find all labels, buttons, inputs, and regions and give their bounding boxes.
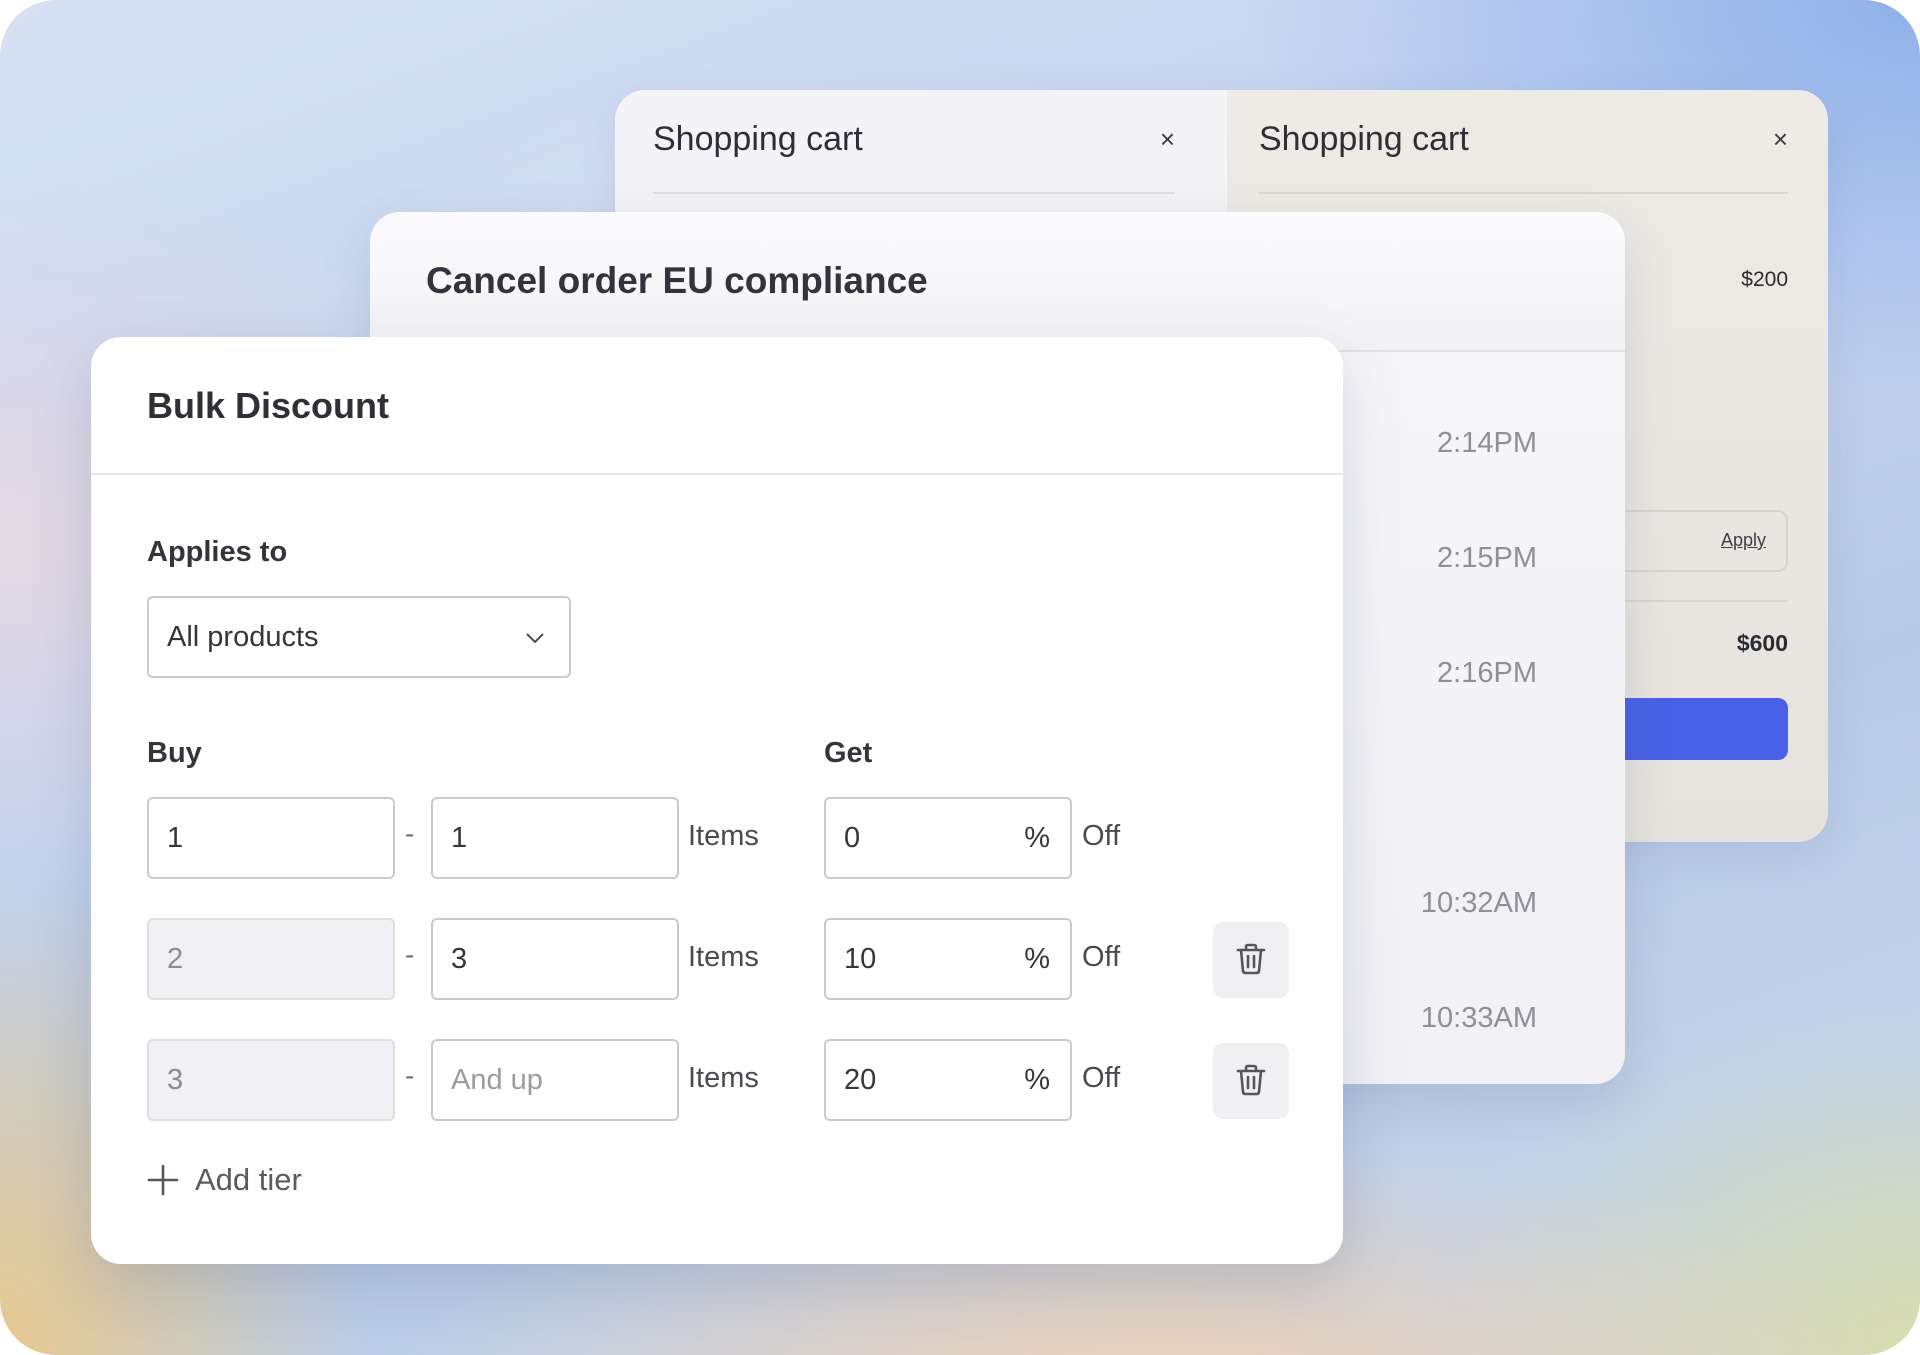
tier-to-input[interactable]: 1: [431, 797, 679, 879]
timestamp: 2:14PM: [1437, 427, 1537, 459]
applies-to-label: Applies to: [147, 536, 288, 568]
panel-title: Bulk Discount: [147, 385, 390, 426]
tier-from-input[interactable]: 1: [147, 797, 395, 879]
cart-total: $600: [1736, 630, 1788, 656]
close-icon[interactable]: ×: [1773, 124, 1788, 155]
timestamp: 2:15PM: [1437, 542, 1537, 574]
input-value: 20: [844, 1064, 877, 1096]
trash-icon: [1236, 943, 1266, 975]
percent-symbol: %: [1024, 943, 1050, 975]
divider: [653, 192, 1175, 194]
timestamp: 10:32AM: [1420, 887, 1537, 919]
tier-to-input[interactable]: 3: [431, 918, 679, 1000]
cart-title: Shopping cart: [653, 120, 863, 158]
input-value: 3: [167, 1064, 184, 1096]
items-label: Items: [688, 941, 759, 973]
percent-symbol: %: [1024, 822, 1050, 854]
input-value: 0: [844, 822, 861, 854]
input-value: 10: [844, 943, 877, 975]
chevron-down-icon: [526, 633, 544, 644]
off-label: Off: [1082, 1062, 1121, 1094]
applies-to-select[interactable]: All products: [147, 596, 571, 678]
timestamp: 2:16PM: [1437, 657, 1537, 689]
bulk-discount-panel: Bulk Discount Applies to All products Bu…: [91, 337, 1343, 1264]
tier-from-input: 2: [147, 918, 395, 1000]
range-dash: -: [405, 939, 415, 970]
off-label: Off: [1082, 941, 1121, 973]
input-value: 2: [167, 943, 184, 975]
buy-label: Buy: [147, 737, 202, 769]
select-value: All products: [167, 621, 319, 653]
discount-percent-input[interactable]: 20 %: [824, 1039, 1072, 1121]
input-placeholder: And up: [451, 1064, 543, 1096]
line-item-price: $200: [1741, 268, 1788, 291]
off-label: Off: [1082, 820, 1121, 852]
tier-to-input[interactable]: And up: [431, 1039, 679, 1121]
get-label: Get: [824, 737, 873, 769]
input-value: 1: [167, 822, 184, 854]
trash-icon: [1236, 1064, 1266, 1096]
delete-tier-button[interactable]: [1213, 1043, 1289, 1119]
divider: [1259, 192, 1788, 194]
add-tier-label: Add tier: [195, 1162, 302, 1197]
timestamp: 10:33AM: [1420, 1002, 1537, 1034]
cart-title: Shopping cart: [1259, 120, 1469, 158]
input-value: 3: [451, 943, 468, 975]
discount-percent-input[interactable]: 10 %: [824, 918, 1072, 1000]
apply-coupon-button[interactable]: Apply: [1721, 530, 1766, 551]
items-label: Items: [688, 820, 759, 852]
delete-tier-button[interactable]: [1213, 922, 1289, 998]
items-label: Items: [688, 1062, 759, 1094]
panel-title: Cancel order EU compliance: [426, 260, 928, 301]
range-dash: -: [405, 1060, 415, 1091]
tier-from-input: 3: [147, 1039, 395, 1121]
discount-percent-input[interactable]: 0 %: [824, 797, 1072, 879]
plus-icon: [147, 1164, 179, 1196]
input-value: 1: [451, 822, 468, 854]
close-icon[interactable]: ×: [1160, 124, 1175, 155]
percent-symbol: %: [1024, 1064, 1050, 1096]
range-dash: -: [405, 818, 415, 849]
